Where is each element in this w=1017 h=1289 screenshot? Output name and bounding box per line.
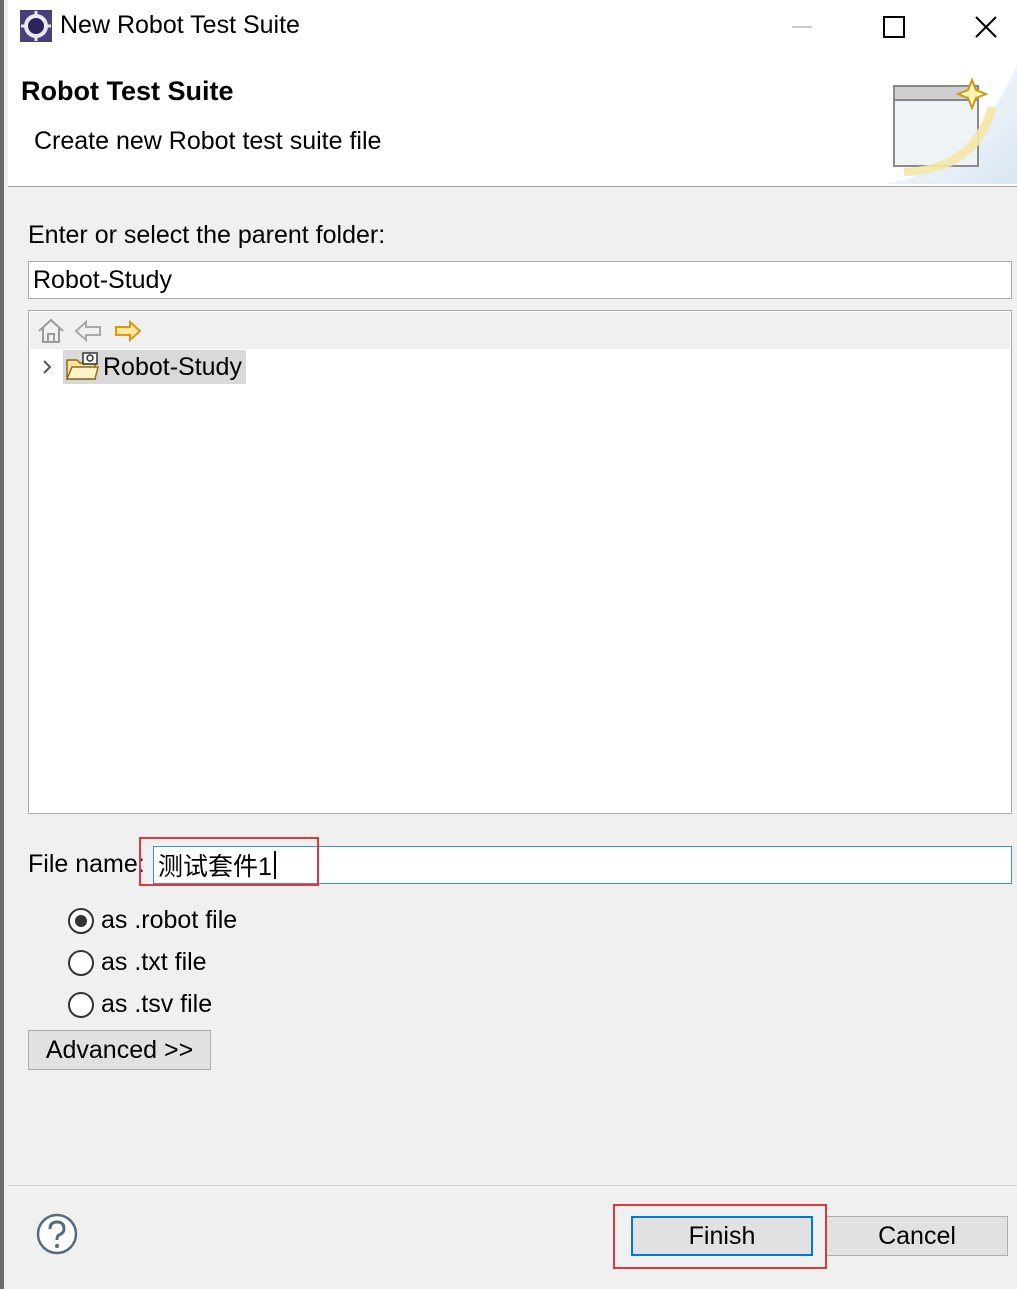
forward-icon[interactable] xyxy=(113,316,143,346)
chevron-right-icon[interactable] xyxy=(37,357,57,377)
wizard-title: Robot Test Suite xyxy=(21,76,234,106)
home-icon[interactable] xyxy=(36,316,66,346)
radio-tsv-file[interactable]: as .tsv file xyxy=(68,990,212,1019)
radio-txt-file[interactable]: as .txt file xyxy=(68,948,207,977)
parent-folder-input[interactable]: Robot-Study xyxy=(28,261,1012,299)
tree-item-robot-study-row[interactable]: Robot-Study xyxy=(37,350,246,384)
help-icon[interactable] xyxy=(36,1213,78,1255)
tree-item-robot-study[interactable]: Robot-Study xyxy=(63,350,246,384)
eclipse-app-icon xyxy=(20,10,52,42)
file-name-label: File name: xyxy=(28,850,145,878)
close-icon xyxy=(975,16,997,38)
footer-separator xyxy=(8,1185,1017,1186)
window-title: New Robot Test Suite xyxy=(60,11,300,39)
close-button[interactable] xyxy=(940,0,1017,54)
tree-toolbar xyxy=(30,312,1010,349)
radio-button-checked[interactable] xyxy=(68,907,94,934)
radio-robot-label: as .robot file xyxy=(101,906,238,934)
radio-button[interactable] xyxy=(68,949,94,976)
folder-tree[interactable]: Robot-Study xyxy=(28,310,1012,814)
tree-item-label: Robot-Study xyxy=(103,352,242,381)
new-file-wizard-icon xyxy=(885,65,1017,184)
back-icon[interactable] xyxy=(73,316,103,346)
minimize-button[interactable] xyxy=(756,0,848,54)
parent-folder-value: Robot-Study xyxy=(33,265,172,294)
dialog-window: New Robot Test Suite Robot Test Suite Cr… xyxy=(0,0,1017,1289)
maximize-icon xyxy=(883,16,905,38)
project-folder-icon xyxy=(65,352,99,380)
radio-tsv-label: as .tsv file xyxy=(101,990,213,1018)
radio-txt-label: as .txt file xyxy=(101,948,207,976)
radio-robot-file[interactable]: as .robot file xyxy=(68,906,237,935)
minimize-icon xyxy=(792,26,812,28)
maximize-button[interactable] xyxy=(848,0,940,54)
wizard-description: Create new Robot test suite file xyxy=(34,127,382,155)
title-bar: New Robot Test Suite xyxy=(8,0,1017,54)
file-name-highlight-box xyxy=(139,837,319,886)
cancel-button[interactable]: Cancel xyxy=(826,1216,1008,1256)
radio-button[interactable] xyxy=(68,991,94,1018)
finish-highlight-box xyxy=(613,1204,827,1269)
parent-folder-label: Enter or select the parent folder: xyxy=(28,221,386,249)
wizard-banner: Robot Test Suite Create new Robot test s… xyxy=(8,54,1017,187)
advanced-button[interactable]: Advanced >> xyxy=(28,1030,211,1070)
